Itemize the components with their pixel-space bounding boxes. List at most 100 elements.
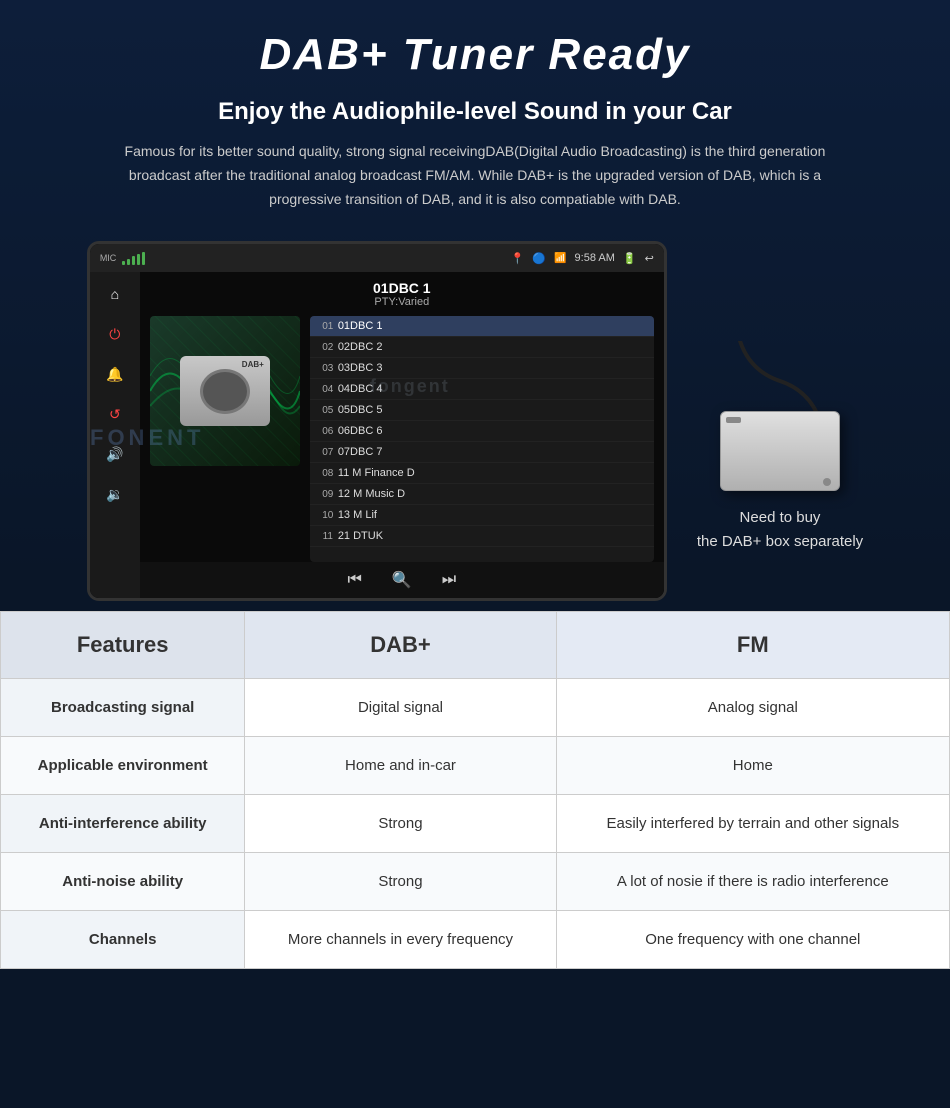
channel-item[interactable]: 0101DBC 1 [310,316,654,337]
channel-item[interactable]: 0606DBC 6 [310,421,654,442]
now-playing: 01DBC 1 PTY:Varied [140,272,664,316]
screen-controls: ⏮ 🔍 ⏭ [140,562,664,598]
description: Famous for its better sound quality, str… [115,140,835,211]
channel-name: 06DBC 6 [338,425,383,437]
channel-num: 10 [318,510,338,521]
channel-name: 01DBC 1 [338,320,383,332]
next-button[interactable]: ⏭ [442,571,456,589]
volume-down-icon[interactable]: 🔉 [101,480,129,508]
channel-item[interactable]: 0303DBC 3 [310,358,654,379]
pty-label: PTY:Varied [152,296,652,308]
channel-name: 05DBC 5 [338,404,383,416]
dab-header: DAB+ [245,612,556,679]
signal-bar-1 [122,261,125,265]
dab-cell: More channels in every frequency [245,911,556,969]
channel-item[interactable]: 0811 M Finance D [310,463,654,484]
dab-cell: Strong [245,853,556,911]
dab-box [720,411,840,491]
buy-note-line1: Need to buy [697,506,863,530]
channel-item[interactable]: 0505DBC 5 [310,400,654,421]
channel-name: 07DBC 7 [338,446,383,458]
media-content: fongent 0101DBC 10202DBC 20303DBC 30404D… [140,316,664,562]
channel-num: 06 [318,426,338,437]
buy-note: Need to buy the DAB+ box separately [697,506,863,554]
status-bar-right: 📍 🔵 📶 9:58 AM 🔋 ↩ [511,252,654,265]
channel-num: 04 [318,384,338,395]
dab-cell: Strong [245,795,556,853]
screen-time: 9:58 AM [575,252,615,264]
fm-cell: Home [556,737,949,795]
channel-name: 03DBC 3 [338,362,383,374]
status-bar-left: MIC [100,251,146,265]
status-bar: MIC 📍 🔵 📶 9:58 AM [90,244,664,272]
signal-bar-4 [137,254,140,265]
dab-cell: Digital signal [245,679,556,737]
search-button[interactable]: 🔍 [392,570,412,590]
channel-list: fongent 0101DBC 10202DBC 20303DBC 30404D… [310,316,654,562]
channel-item[interactable]: 0912 M Music D [310,484,654,505]
cable-svg [720,341,840,421]
screen-main: 01DBC 1 PTY:Varied [140,272,664,598]
back-icon: ↩ [645,252,654,265]
signal-bar-5 [142,252,145,265]
feature-cell: Anti-noise ability [1,853,245,911]
fm-cell: Analog signal [556,679,949,737]
top-section: DAB+ Tuner Ready Enjoy the Audiophile-le… [0,0,950,581]
feature-cell: Anti-interference ability [1,795,245,853]
main-title: DAB+ Tuner Ready [60,30,890,80]
comparison-table: Features DAB+ FM Broadcasting signal Dig… [0,611,950,969]
channel-num: 08 [318,468,338,479]
channel-item[interactable]: 0202DBC 2 [310,337,654,358]
table-body: Broadcasting signal Digital signal Analo… [1,679,950,969]
features-header: Features [1,612,245,679]
channel-num: 09 [318,489,338,500]
signal-bar-3 [132,256,135,265]
table-row: Applicable environment Home and in-car H… [1,737,950,795]
screen-container: MIC 📍 🔵 📶 9:58 AM [60,241,890,601]
power-icon[interactable]: ⏻ [101,320,129,348]
table-row: Anti-interference ability Strong Easily … [1,795,950,853]
channel-name: 04DBC 4 [338,383,383,395]
radio-speaker [200,369,250,414]
channel-item[interactable]: 1121 DTUK [310,526,654,547]
station-name: 01DBC 1 [152,280,652,296]
channel-num: 02 [318,342,338,353]
feature-cell: Channels [1,911,245,969]
sub-title: Enjoy the Audiophile-level Sound in your… [60,98,890,126]
gps-icon: 📍 [511,252,525,265]
table-section: Features DAB+ FM Broadcasting signal Dig… [0,611,950,969]
bluetooth-icon: 🔵 [532,252,546,265]
channel-list-items: 0101DBC 10202DBC 20303DBC 30404DBC 40505… [310,316,654,547]
channel-num: 07 [318,447,338,458]
channel-num: 05 [318,405,338,416]
fm-cell: One frequency with one channel [556,911,949,969]
mic-label: MIC [100,253,117,263]
buy-note-line2: the DAB+ box separately [697,530,863,554]
home-icon[interactable]: ⌂ [101,280,129,308]
car-screen: MIC 📍 🔵 📶 9:58 AM [87,241,667,601]
dab-box-connector [726,417,741,423]
signal-bar-2 [127,259,130,265]
feature-cell: Applicable environment [1,737,245,795]
channel-num: 11 [318,531,338,542]
channel-name: 11 M Finance D [338,467,415,479]
channel-item[interactable]: 0707DBC 7 [310,442,654,463]
undo-icon[interactable]: ↺ [101,400,129,428]
channel-name: 13 M Lif [338,509,377,521]
watermark-text: FONENT [90,425,204,451]
channel-name: 02DBC 2 [338,341,383,353]
channel-name: 12 M Music D [338,488,405,500]
prev-button[interactable]: ⏮ [347,571,361,589]
channel-item[interactable]: 1013 M Lif [310,505,654,526]
fm-cell: A lot of nosie if there is radio interfe… [556,853,949,911]
channel-num: 01 [318,321,338,332]
bell-icon[interactable]: 🔔 [101,360,129,388]
signal-bars [122,251,145,265]
feature-cell: Broadcasting signal [1,679,245,737]
fm-header: FM [556,612,949,679]
fm-cell: Easily interfered by terrain and other s… [556,795,949,853]
battery-icon: 🔋 [623,252,637,265]
table-row: Broadcasting signal Digital signal Analo… [1,679,950,737]
channel-name: 21 DTUK [338,530,383,542]
channel-item[interactable]: 0404DBC 4 [310,379,654,400]
